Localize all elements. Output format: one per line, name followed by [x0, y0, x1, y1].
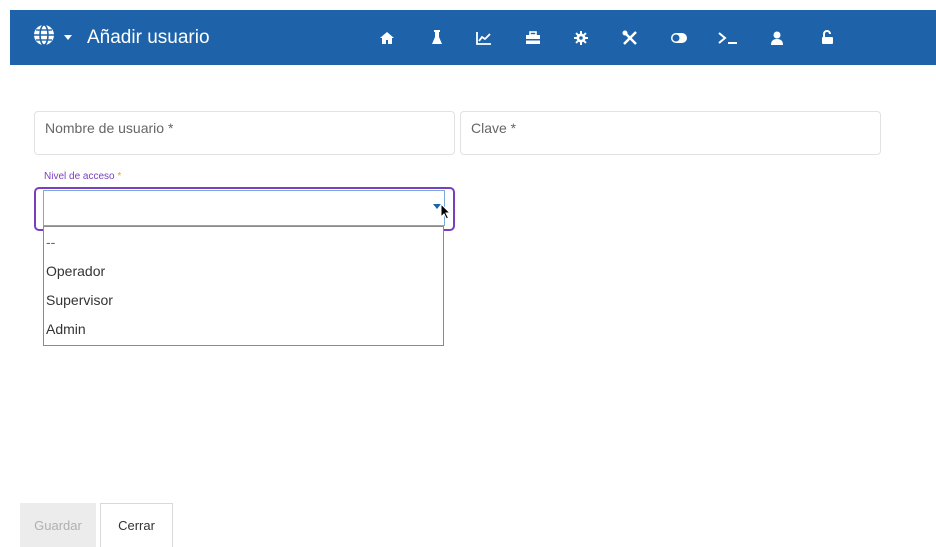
username-label: Nombre de usuario *: [45, 120, 174, 136]
access-level-options: -- Operador Supervisor Admin: [43, 226, 444, 346]
mouse-cursor-icon: [440, 202, 452, 225]
globe-icon: [33, 24, 55, 51]
tools-icon[interactable]: [610, 10, 650, 65]
chart-icon[interactable]: [464, 10, 504, 65]
unlock-icon[interactable]: [807, 10, 847, 65]
option-operador[interactable]: Operador: [44, 257, 443, 286]
terminal-icon[interactable]: [708, 10, 748, 65]
user-icon[interactable]: [757, 10, 797, 65]
briefcase-icon[interactable]: [513, 10, 553, 65]
flask-icon[interactable]: [417, 10, 457, 65]
required-marker: *: [117, 171, 122, 182]
save-button[interactable]: Guardar: [20, 503, 96, 547]
username-field[interactable]: Nombre de usuario *: [34, 111, 455, 155]
option-none[interactable]: --: [44, 227, 443, 257]
access-level-label-text: Nivel de acceso: [44, 171, 115, 182]
toggle-icon[interactable]: [659, 10, 699, 65]
access-level-label: Nivel de acceso *: [44, 171, 121, 182]
top-navbar: Añadir usuario: [10, 10, 936, 65]
password-label: Clave *: [471, 120, 517, 136]
gear-icon[interactable]: [561, 10, 601, 65]
option-supervisor[interactable]: Supervisor: [44, 286, 443, 315]
access-level-select[interactable]: [43, 190, 445, 226]
option-admin[interactable]: Admin: [44, 315, 443, 344]
close-button[interactable]: Cerrar: [100, 503, 173, 547]
password-field[interactable]: Clave *: [460, 111, 881, 155]
app-menu-toggle[interactable]: Añadir usuario: [33, 10, 210, 65]
page-title: Añadir usuario: [87, 26, 210, 48]
caret-down-icon: [63, 29, 73, 47]
home-icon[interactable]: [367, 10, 407, 65]
